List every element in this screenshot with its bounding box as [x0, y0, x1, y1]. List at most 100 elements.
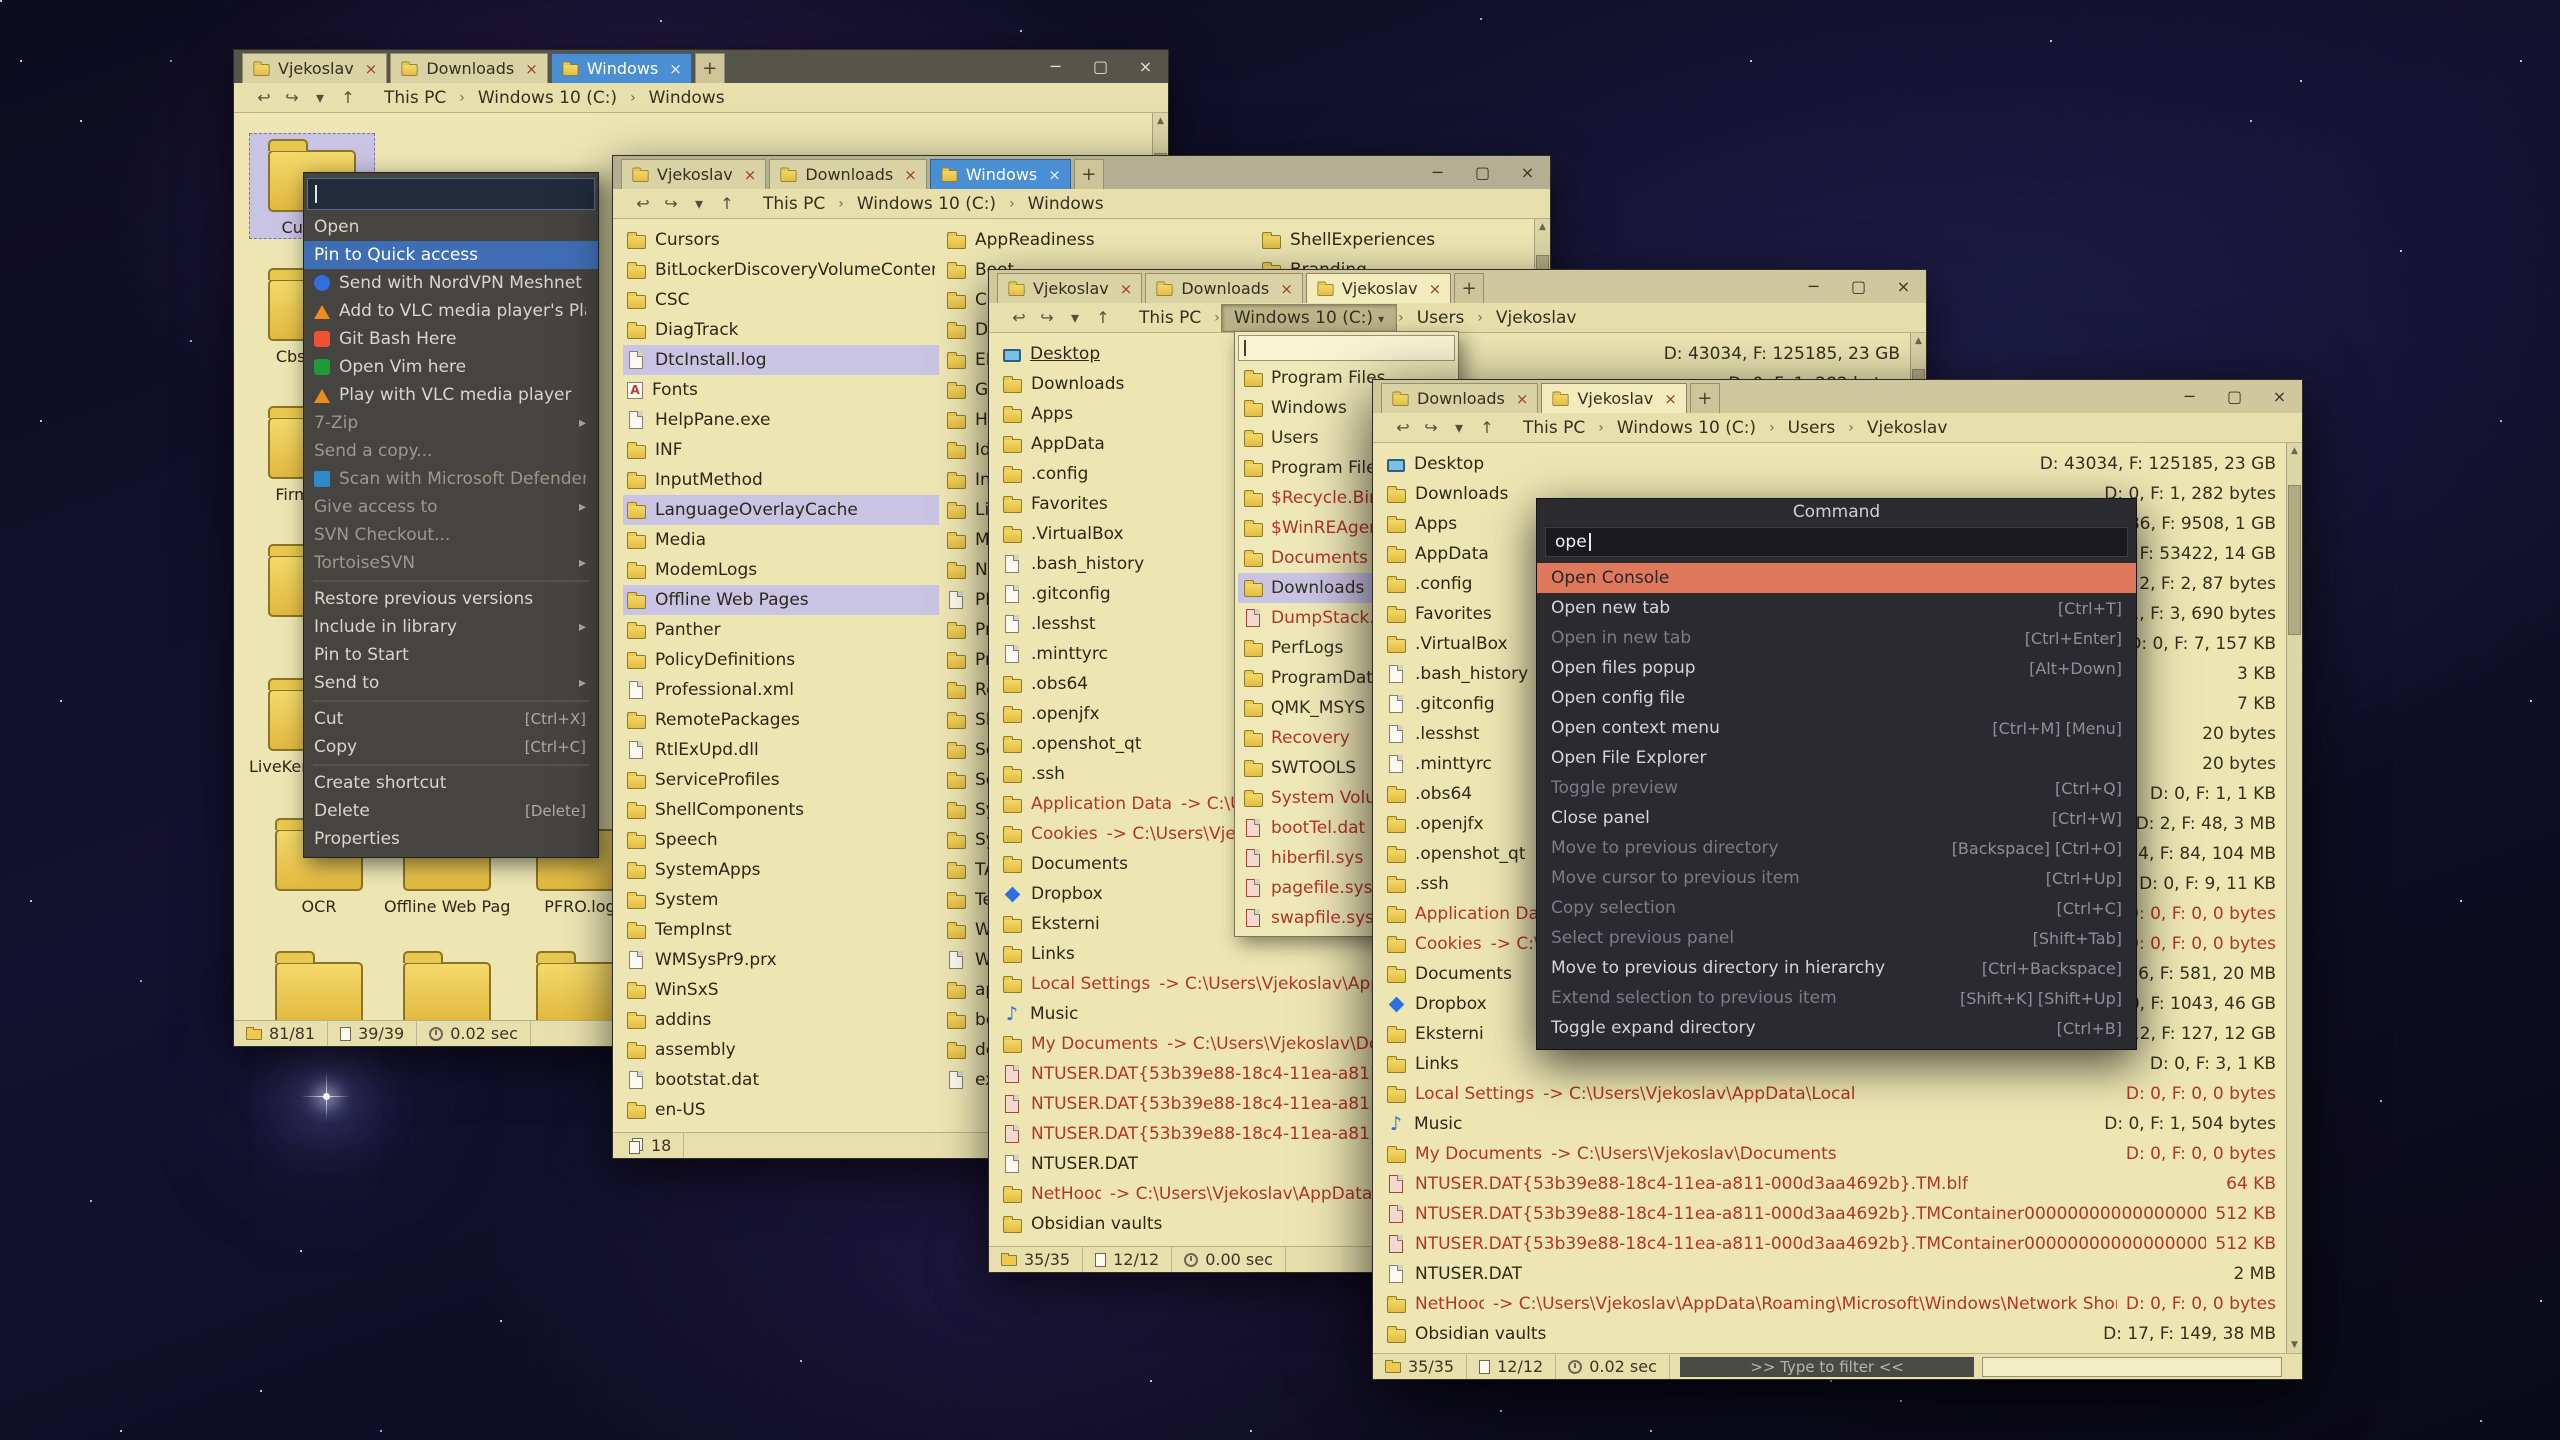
tab-close-icon[interactable]: ×: [1429, 280, 1442, 298]
command-item-move-to-previous-directory[interactable]: Move to previous directory[Backspace] [C…: [1537, 833, 2136, 863]
menu-item-include-in-library[interactable]: Include in library▸: [304, 613, 598, 641]
file-row-inf[interactable]: INF: [623, 435, 939, 465]
file-row-music[interactable]: ♪MusicD: 0, F: 1, 504 bytes: [1383, 1109, 2280, 1139]
tab-close-icon[interactable]: ×: [1120, 280, 1133, 298]
scroll-up-icon[interactable]: ▲: [1535, 219, 1550, 235]
tab-close-icon[interactable]: ×: [365, 60, 378, 78]
up-button[interactable]: ↑: [713, 191, 741, 216]
command-item-open-in-new-tab[interactable]: Open in new tab[Ctrl+Enter]: [1537, 623, 2136, 653]
up-button[interactable]: ↑: [334, 85, 362, 110]
window-minimize-button[interactable]: ─: [1415, 156, 1460, 189]
back-button[interactable]: ↩: [629, 191, 657, 216]
file-row-en-us[interactable]: en-US: [623, 1095, 939, 1125]
command-item-toggle-expand-directory[interactable]: Toggle expand directory[Ctrl+B]: [1537, 1013, 2136, 1043]
tab-vjekoslav[interactable]: Vjekoslav×: [621, 159, 766, 189]
file-row-appreadiness[interactable]: AppReadiness: [943, 225, 1251, 255]
grid-item[interactable]: [256, 946, 382, 1020]
file-row-ntuser-dat-53b39e88-18c4-11ea-a811-000d3aa4692b-tmcontainer00000000000000000001-regtrans-ms[interactable]: NTUSER.DAT{53b39e88-18c4-11ea-a811-000d3…: [1383, 1199, 2280, 1229]
menu-item-send-a-copy[interactable]: Send a copy...: [304, 437, 598, 465]
menu-item-svn-checkout[interactable]: SVN Checkout...: [304, 521, 598, 549]
titlebar[interactable]: Vjekoslav×Downloads×Windows×+ ─▢×: [234, 50, 1168, 83]
file-row-tempinst[interactable]: TempInst: [623, 915, 939, 945]
file-row-ntuser-dat-53b39e88-18c4-11ea-a811-000d3aa4692b-tm-blf[interactable]: NTUSER.DAT{53b39e88-18c4-11ea-a811-000d3…: [1383, 1169, 2280, 1199]
command-item-open-context-menu[interactable]: Open context menu[Ctrl+M] [Menu]: [1537, 713, 2136, 743]
command-input[interactable]: ope: [1545, 527, 2128, 557]
window-minimize-button[interactable]: ─: [1033, 50, 1078, 83]
breadcrumb-users[interactable]: Users: [1405, 305, 1477, 331]
menu-item-delete[interactable]: Delete[Delete]: [304, 797, 598, 825]
command-item-move-to-previous-directory-in-hierarchy[interactable]: Move to previous directory in hierarchy[…: [1537, 953, 2136, 983]
breadcrumb-windows-10-c[interactable]: Windows 10 (C:): [1605, 415, 1768, 441]
file-row-my-documents[interactable]: My Documents -> C:\Users\Vjekoslav\Docum…: [1383, 1139, 2280, 1169]
file-row-inputmethod[interactable]: InputMethod: [623, 465, 939, 495]
menu-item-pin-to-start[interactable]: Pin to Start: [304, 641, 598, 669]
up-button[interactable]: ↑: [1089, 305, 1117, 330]
command-item-open-console[interactable]: Open Console: [1537, 563, 2136, 593]
window-close-button[interactable]: ×: [1123, 50, 1168, 83]
file-row-obsidian-vaults[interactable]: Obsidian vaultsD: 17, F: 149, 38 MB: [1383, 1319, 2280, 1349]
command-item-open-files-popup[interactable]: Open files popup[Alt+Down]: [1537, 653, 2136, 683]
window-close-button[interactable]: ×: [1881, 270, 1926, 303]
new-tab-button[interactable]: +: [1454, 273, 1484, 303]
menu-item-git-bash-here[interactable]: Git Bash Here: [304, 325, 598, 353]
tab-downloads[interactable]: Downloads×: [1381, 383, 1538, 413]
file-row-fonts[interactable]: AFonts: [623, 375, 939, 405]
breadcrumb-windows[interactable]: Windows: [1016, 191, 1116, 217]
forward-button[interactable]: ↪: [1033, 305, 1061, 330]
forward-button[interactable]: ↪: [278, 85, 306, 110]
file-row-modemlogs[interactable]: ModemLogs: [623, 555, 939, 585]
path-edit-field[interactable]: [1238, 335, 1455, 361]
file-row-rtlexupd-dll[interactable]: RtlExUpd.dll: [623, 735, 939, 765]
command-item-select-previous-panel[interactable]: Select previous panel[Shift+Tab]: [1537, 923, 2136, 953]
window-maximize-button[interactable]: ▢: [1836, 270, 1881, 303]
file-row-wmsyspr9-prx[interactable]: WMSysPr9.prx: [623, 945, 939, 975]
window-maximize-button[interactable]: ▢: [2212, 380, 2257, 413]
command-item-move-cursor-to-previous-item[interactable]: Move cursor to previous item[Ctrl+Up]: [1537, 863, 2136, 893]
file-row-panther[interactable]: Panther: [623, 615, 939, 645]
breadcrumb-this-pc[interactable]: This PC: [1127, 305, 1213, 331]
tab-windows[interactable]: Windows×: [930, 159, 1071, 189]
command-item-toggle-preview[interactable]: Toggle preview[Ctrl+Q]: [1537, 773, 2136, 803]
menu-item-tortoisesvn[interactable]: TortoiseSVN▸: [304, 549, 598, 577]
tab-close-icon[interactable]: ×: [1048, 166, 1061, 184]
rename-input[interactable]: [307, 178, 595, 210]
file-row-media[interactable]: Media: [623, 525, 939, 555]
history-dropdown-button[interactable]: ▾: [306, 85, 334, 110]
command-item-open-file-explorer[interactable]: Open File Explorer: [1537, 743, 2136, 773]
tab-close-icon[interactable]: ×: [744, 166, 757, 184]
menu-item-7-zip[interactable]: 7-Zip▸: [304, 409, 598, 437]
file-row-desktop[interactable]: DesktopD: 43034, F: 125185, 23 GB: [1383, 449, 2280, 479]
scroll-up-icon[interactable]: ▲: [1153, 113, 1168, 129]
menu-item-scan-with-microsoft-defender[interactable]: Scan with Microsoft Defender...: [304, 465, 598, 493]
command-item-copy-selection[interactable]: Copy selection[Ctrl+C]: [1537, 893, 2136, 923]
menu-item-properties[interactable]: Properties: [304, 825, 598, 853]
tab-vjekoslav[interactable]: Vjekoslav×: [242, 53, 387, 83]
window-close-button[interactable]: ×: [1505, 156, 1550, 189]
breadcrumb-windows-10-c[interactable]: Windows 10 (C:)▾: [1221, 304, 1397, 332]
scroll-up-icon[interactable]: ▲: [2287, 443, 2302, 459]
menu-item-play-with-vlc-media-player[interactable]: Play with VLC media player: [304, 381, 598, 409]
history-dropdown-button[interactable]: ▾: [1061, 305, 1089, 330]
file-row-offline-web-pages[interactable]: Offline Web Pages: [623, 585, 939, 615]
history-dropdown-button[interactable]: ▾: [1445, 415, 1473, 440]
file-row-helppane-exe[interactable]: HelpPane.exe: [623, 405, 939, 435]
menu-item-create-shortcut[interactable]: Create shortcut: [304, 769, 598, 797]
file-row-bootstat-dat[interactable]: bootstat.dat: [623, 1065, 939, 1095]
scroll-down-icon[interactable]: ▼: [2287, 1337, 2302, 1353]
window-minimize-button[interactable]: ─: [2167, 380, 2212, 413]
tab-close-icon[interactable]: ×: [1280, 280, 1293, 298]
file-row-shellexperiences[interactable]: ShellExperiences: [1258, 225, 1550, 255]
file-row-system[interactable]: System: [623, 885, 939, 915]
grid-item[interactable]: [384, 946, 510, 1020]
titlebar[interactable]: Vjekoslav×Downloads×Vjekoslav×+ ─▢×: [989, 270, 1926, 303]
file-row-languageoverlaycache[interactable]: LanguageOverlayCache: [623, 495, 939, 525]
menu-item-open[interactable]: Open: [304, 213, 598, 241]
window-minimize-button[interactable]: ─: [1791, 270, 1836, 303]
filter-input[interactable]: [1982, 1357, 2282, 1377]
menu-item-give-access-to[interactable]: Give access to▸: [304, 493, 598, 521]
command-item-open-new-tab[interactable]: Open new tab[Ctrl+T]: [1537, 593, 2136, 623]
tab-vjekoslav[interactable]: Vjekoslav×: [1306, 273, 1451, 303]
forward-button[interactable]: ↪: [1417, 415, 1445, 440]
command-item-open-config-file[interactable]: Open config file: [1537, 683, 2136, 713]
menu-item-send-with-nordvpn-meshnet[interactable]: Send with NordVPN Meshnet: [304, 269, 598, 297]
